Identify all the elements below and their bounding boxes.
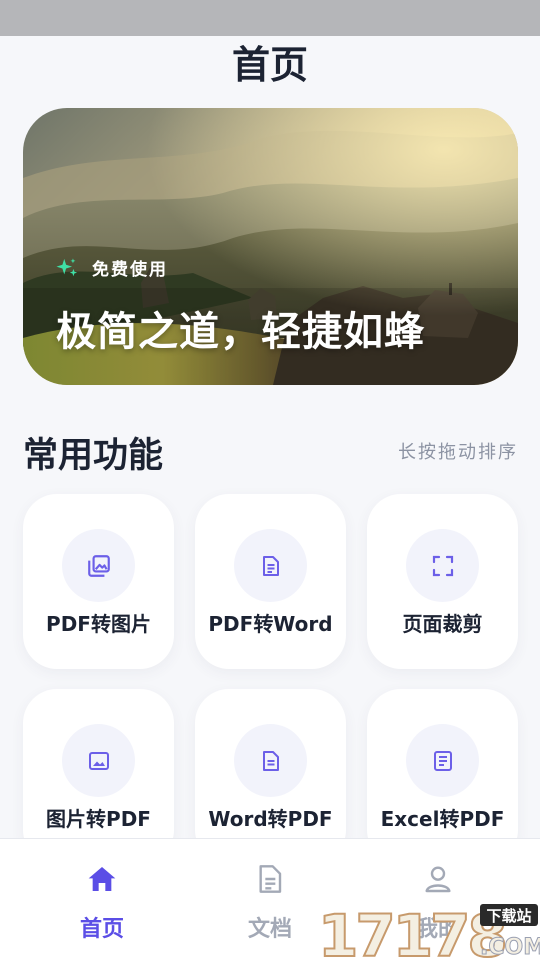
tab-home[interactable]: 首页 [42, 839, 162, 960]
word-doc-icon [262, 750, 279, 771]
hero-banner[interactable]: 免费使用 极简之道，轻捷如蜂 [23, 108, 518, 385]
feature-card-page-crop[interactable]: 页面裁剪 [367, 494, 518, 669]
user-icon [425, 866, 451, 893]
feature-icon-badge [234, 529, 307, 602]
feature-label: 页面裁剪 [402, 612, 483, 636]
status-bar [0, 0, 540, 36]
tab-label: 文档 [247, 917, 292, 942]
sparkle-icon [56, 257, 78, 276]
feature-icon-badge [406, 724, 479, 797]
banner-slogan: 极简之道，轻捷如蜂 [56, 309, 425, 355]
feature-icon-badge [234, 724, 307, 797]
feature-card-pdf-to-word[interactable]: PDF转Word [195, 494, 346, 669]
banner-tag: 免费使用 [56, 255, 168, 280]
crop-frame-icon [432, 555, 453, 576]
image-icon [88, 751, 109, 770]
home-icon [88, 867, 116, 891]
feature-label: Excel转PDF [380, 807, 505, 831]
feature-card-pdf-to-image[interactable]: PDF转图片 [23, 494, 174, 669]
feature-label: 图片转PDF [46, 807, 151, 831]
feature-label: Word转PDF [208, 807, 333, 831]
tab-label: 首页 [79, 917, 124, 942]
feature-icon-badge [62, 724, 135, 797]
site-watermark-logo: 17178 下载站 .COM [317, 901, 540, 960]
page-title: 首页 [231, 43, 308, 87]
feature-label: PDF转Word [208, 612, 333, 636]
excel-doc-icon [433, 750, 452, 771]
svg-text:17178: 17178 [318, 902, 505, 960]
svg-text:下载站: 下载站 [486, 907, 531, 925]
sort-hint: 长按拖动排序 [398, 442, 518, 463]
feature-icon-badge [62, 529, 135, 602]
tab-documents[interactable]: 文档 [210, 839, 330, 960]
svg-text:.COM: .COM [480, 935, 540, 960]
document-text-icon [262, 555, 279, 576]
images-icon [87, 554, 110, 577]
banner-tag-label: 免费使用 [92, 260, 168, 280]
feature-label: PDF转图片 [46, 612, 151, 636]
section-title: 常用功能 [23, 436, 164, 476]
feature-icon-badge [406, 529, 479, 602]
document-icon [259, 865, 282, 893]
